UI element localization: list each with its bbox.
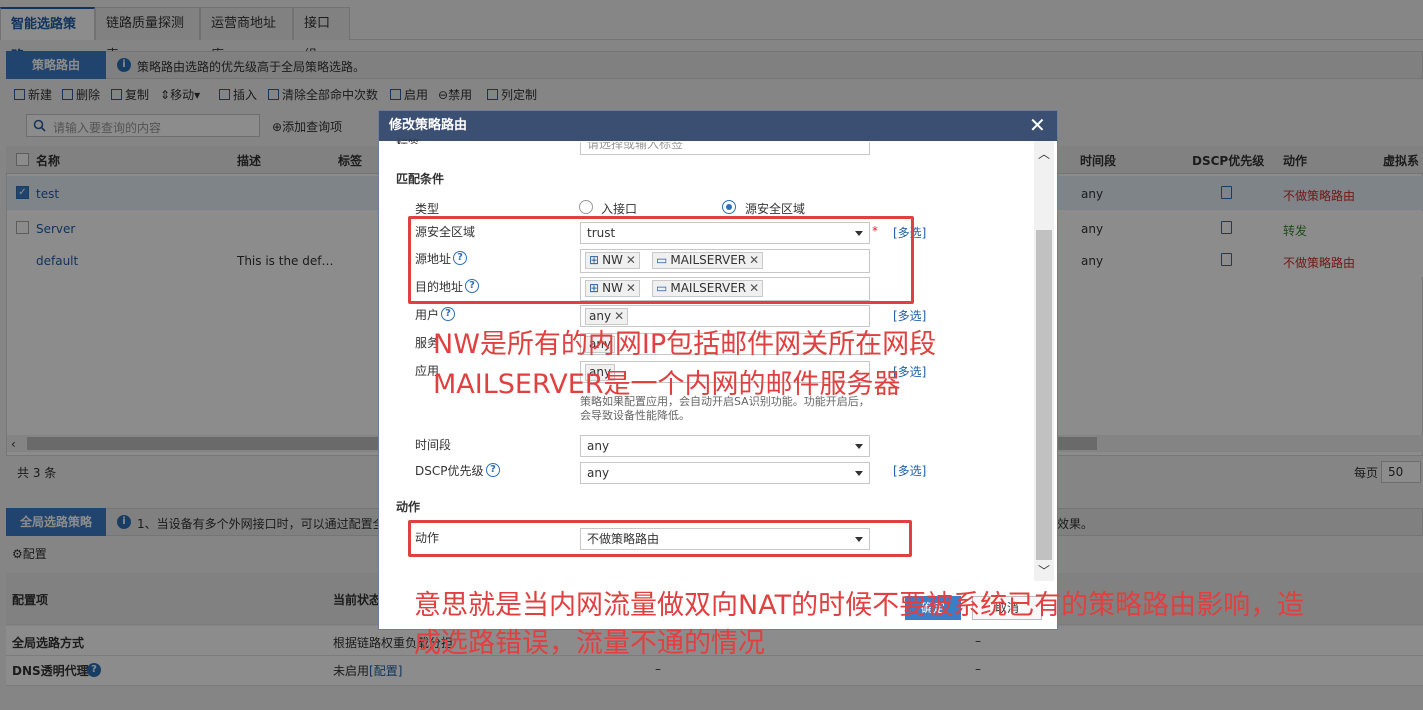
dialog-scrollbar-thumb[interactable]	[1036, 230, 1052, 560]
radio-src-zone[interactable]	[722, 200, 736, 214]
dscp-multi-select[interactable]: [多选]	[893, 462, 926, 479]
radio-ingress[interactable]	[579, 200, 593, 214]
help-icon[interactable]: ?	[486, 463, 500, 477]
annotation-mailserver: MAILSERVER是一个内网的邮件服务器	[433, 369, 901, 400]
annotation-nw: NW是所有的内网IP包括邮件网关所在网段	[433, 329, 937, 360]
dscp-label: DSCP优先级	[415, 464, 484, 478]
scroll-up-icon[interactable]: ︿	[1038, 145, 1050, 162]
chevron-down-icon	[855, 471, 863, 476]
highlight-box-match	[408, 216, 914, 304]
dscp-select[interactable]: any	[580, 462, 870, 484]
time-label: 时间段	[415, 438, 452, 452]
radio-ingress-label[interactable]: 入接口	[601, 200, 637, 217]
scroll-down-icon[interactable]: ﹀	[1038, 562, 1050, 579]
dialog-title: 修改策略路由	[379, 111, 1057, 141]
user-label: 用户	[415, 308, 440, 322]
annotation-summary-1: 意思就是当内网流量做双向NAT的时候不要被系统已有的策略路由影响，造	[414, 590, 1305, 621]
radio-src-zone-label[interactable]: 源安全区域	[745, 200, 805, 217]
annotation-summary-2: 成选路错误，流量不通的情况	[414, 628, 765, 659]
tag-label: 标签	[396, 136, 420, 144]
close-icon[interactable]: ✕	[1029, 115, 1046, 135]
type-label: 类型	[415, 202, 440, 216]
remove-icon[interactable]: ✕	[614, 309, 624, 324]
user-multi-select[interactable]: [多选]	[893, 307, 926, 324]
action-section-title: 动作	[396, 500, 421, 514]
chevron-down-icon	[855, 444, 863, 449]
highlight-box-action	[408, 520, 912, 557]
user-chip: any ✕	[585, 308, 629, 325]
help-icon[interactable]: ?	[441, 307, 455, 321]
time-select[interactable]: any	[580, 435, 870, 457]
user-input[interactable]: any ✕	[580, 305, 870, 327]
match-section-title: 匹配条件	[396, 172, 445, 186]
